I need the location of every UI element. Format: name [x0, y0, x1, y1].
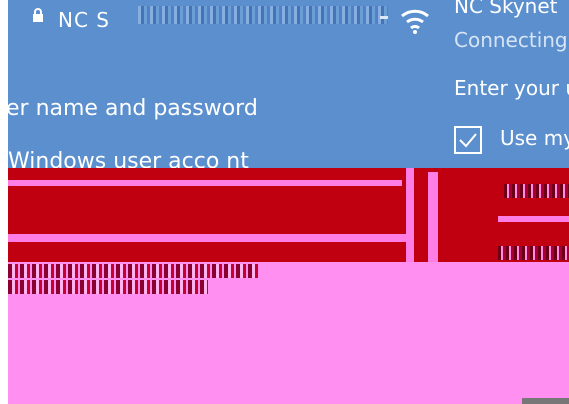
sign-in-heading: er name and password [8, 96, 258, 121]
credential-prompt: Enter your u [454, 76, 569, 100]
scrollbar-thumb[interactable] [522, 398, 569, 404]
image-noise [498, 246, 569, 260]
image-noise [138, 6, 388, 24]
glitch-stripe [8, 180, 402, 186]
use-credentials-checkbox[interactable] [454, 126, 482, 154]
screen: NC S er name and password Windows user a… [0, 0, 569, 404]
lock-icon [33, 8, 43, 22]
account-option[interactable]: Windows user acco nt [8, 149, 249, 170]
use-credentials-label: Use my [500, 126, 569, 150]
glitch-stripe [498, 216, 569, 222]
network-flyout: NC Skynet Connecting Enter your u Use my [392, 0, 569, 170]
corrupted-lower-region [8, 262, 569, 404]
connection-status: Connecting [454, 28, 568, 52]
image-noise [8, 264, 258, 278]
network-name: NC S [58, 8, 110, 32]
glitch-stripe [428, 172, 438, 262]
checkbox-icon [459, 133, 477, 148]
username-field[interactable] [8, 204, 402, 226]
wifi-icon [401, 9, 429, 34]
image-noise [8, 280, 208, 294]
network-credential-pane: NC S er name and password Windows user a… [8, 0, 422, 170]
password-field[interactable] [8, 234, 410, 242]
image-noise [504, 184, 569, 198]
network-ssid: NC Skynet [454, 0, 558, 18]
glitch-stripe [406, 168, 414, 262]
dash-icon [380, 16, 388, 19]
